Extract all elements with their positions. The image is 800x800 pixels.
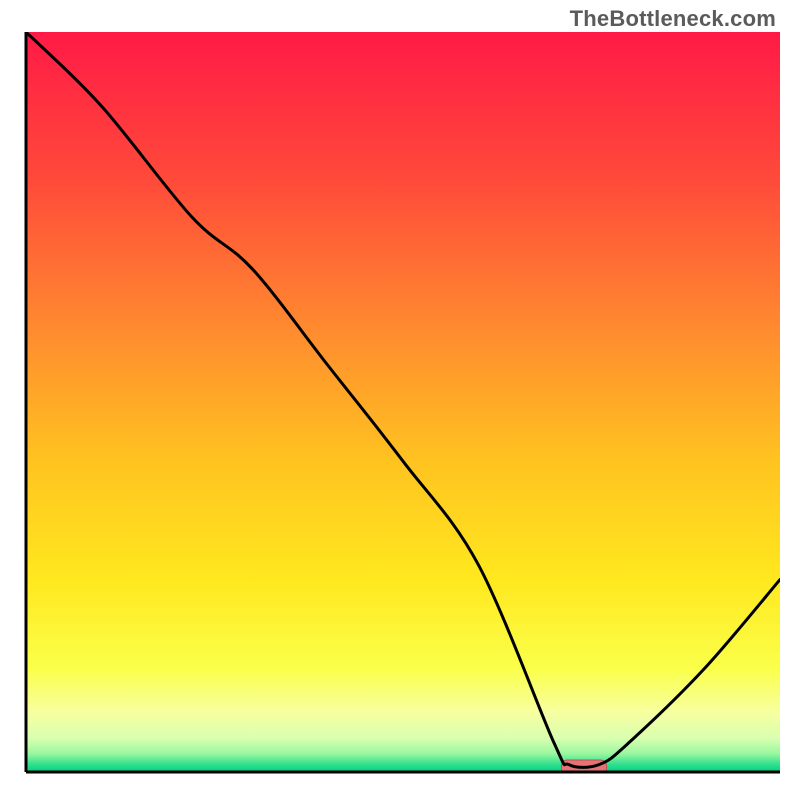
chart-root: TheBottleneck.com — [0, 0, 800, 800]
plot-background — [26, 32, 780, 772]
bottleneck-chart — [0, 0, 800, 800]
